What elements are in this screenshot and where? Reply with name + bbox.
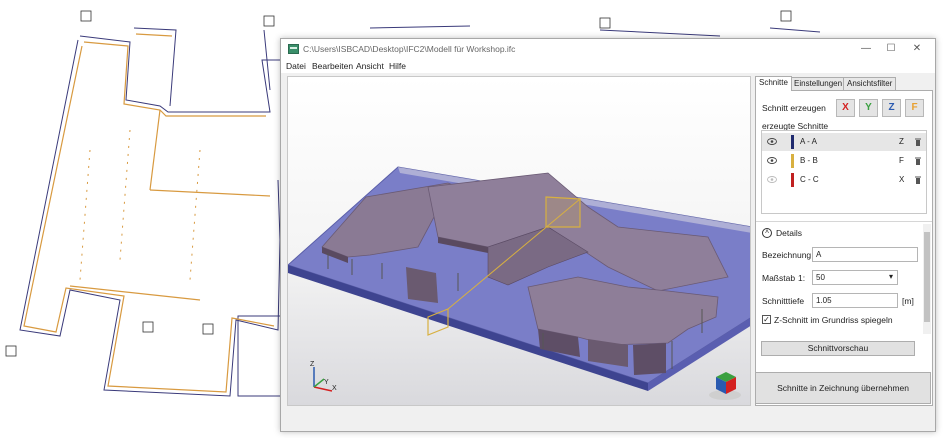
tab-einstellungen[interactable]: Einstellungen xyxy=(790,77,847,90)
list-item[interactable]: B - B F xyxy=(762,152,926,170)
menu-bar: Datei Bearbeiten Ansicht Hilfe xyxy=(281,59,935,73)
massstab-value: 50 xyxy=(816,273,825,282)
schnitt-erzeugen-label: Schnitt erzeugen xyxy=(762,103,826,113)
axis-indicator xyxy=(313,367,333,392)
bezeichnung-label: Bezeichnung xyxy=(762,250,812,260)
tab-ansichtsfilter[interactable]: Ansichtsfilter xyxy=(843,77,897,90)
view-cube-icon[interactable] xyxy=(706,367,744,403)
chevron-down-icon: ▾ xyxy=(888,272,893,281)
schnitttiefe-input[interactable] xyxy=(812,293,898,308)
3d-model xyxy=(288,166,750,391)
section-name: C - C xyxy=(800,175,819,184)
collapse-up-icon[interactable]: ˄ xyxy=(762,228,772,238)
section-color-swatch xyxy=(791,135,794,149)
menu-hilfe[interactable]: Hilfe xyxy=(389,61,406,71)
eye-hidden-icon[interactable] xyxy=(767,176,777,183)
axis-label-z: Z xyxy=(310,361,315,368)
menu-datei[interactable]: Datei xyxy=(286,61,306,71)
massstab-select[interactable]: 50 ▾ xyxy=(812,270,898,285)
bezeichnung-input[interactable] xyxy=(812,247,918,262)
app-icon xyxy=(288,44,299,54)
schnitttiefe-label: Schnitttiefe xyxy=(762,296,805,306)
massstab-prefix: 1: xyxy=(798,273,806,283)
3d-viewport[interactable]: Z Y X xyxy=(287,76,751,406)
eye-icon[interactable] xyxy=(767,138,777,145)
section-axis: F xyxy=(899,156,904,165)
massstab-label: Maßstab xyxy=(762,273,796,283)
list-item[interactable]: A - A Z xyxy=(762,133,926,151)
create-y-section-button[interactable]: Y xyxy=(859,99,878,117)
details-header[interactable]: Details xyxy=(776,228,802,238)
create-x-section-button[interactable]: X xyxy=(836,99,855,117)
section-name: B - B xyxy=(800,156,818,165)
schnitte-tab-content: Schnitt erzeugen X Y Z F erzeugte Schnit… xyxy=(755,90,933,406)
sections-list: A - A Z B - B F C - C X xyxy=(761,130,927,214)
menu-bearbeiten[interactable]: Bearbeiten xyxy=(312,61,353,71)
schnittvorschau-button[interactable]: Schnittvorschau xyxy=(761,341,915,356)
section-axis: X xyxy=(899,175,905,184)
trash-icon[interactable] xyxy=(915,157,921,165)
create-f-section-button[interactable]: F xyxy=(905,99,924,117)
details-scrollbar[interactable] xyxy=(923,224,931,334)
menu-ansicht[interactable]: Ansicht xyxy=(356,61,384,71)
section-name: A - A xyxy=(800,137,817,146)
section-color-swatch xyxy=(791,173,794,187)
eye-icon[interactable] xyxy=(767,157,777,164)
schnitttiefe-unit: [m] xyxy=(902,296,914,306)
application-window: C:\Users\ISBCAD\Desktop\IFC2\Modell für … xyxy=(280,38,936,432)
maximize-button[interactable]: ☐ xyxy=(879,41,903,57)
title-bar[interactable]: C:\Users\ISBCAD\Desktop\IFC2\Modell für … xyxy=(281,39,935,59)
create-z-section-button[interactable]: Z xyxy=(882,99,901,117)
details-section: ˄ Details Bezeichnung Maßstab 1: 50 ▾ Sc… xyxy=(756,221,932,371)
section-axis: Z xyxy=(899,137,904,146)
axis-label-x: X xyxy=(332,385,337,392)
mirror-z-section-label[interactable]: Z-Schnitt im Grundriss spiegeln xyxy=(774,315,893,325)
mirror-z-section-checkbox[interactable]: ✓ xyxy=(762,315,771,324)
trash-icon[interactable] xyxy=(915,138,921,146)
scroll-thumb[interactable] xyxy=(924,232,930,322)
trash-icon[interactable] xyxy=(915,176,921,184)
tab-schnitte[interactable]: Schnitte xyxy=(755,76,792,91)
section-color-swatch xyxy=(791,154,794,168)
window-title: C:\Users\ISBCAD\Desktop\IFC2\Modell für … xyxy=(303,44,516,54)
right-panel: Schnitte Einstellungen Ansichtsfilter Sc… xyxy=(755,76,933,406)
minimize-button[interactable]: — xyxy=(854,41,878,57)
apply-sections-button[interactable]: Schnitte in Zeichnung übernehmen xyxy=(755,372,931,404)
axis-label-y: Y xyxy=(324,379,329,386)
list-item[interactable]: C - C X xyxy=(762,171,926,189)
close-button[interactable]: ✕ xyxy=(905,41,929,57)
